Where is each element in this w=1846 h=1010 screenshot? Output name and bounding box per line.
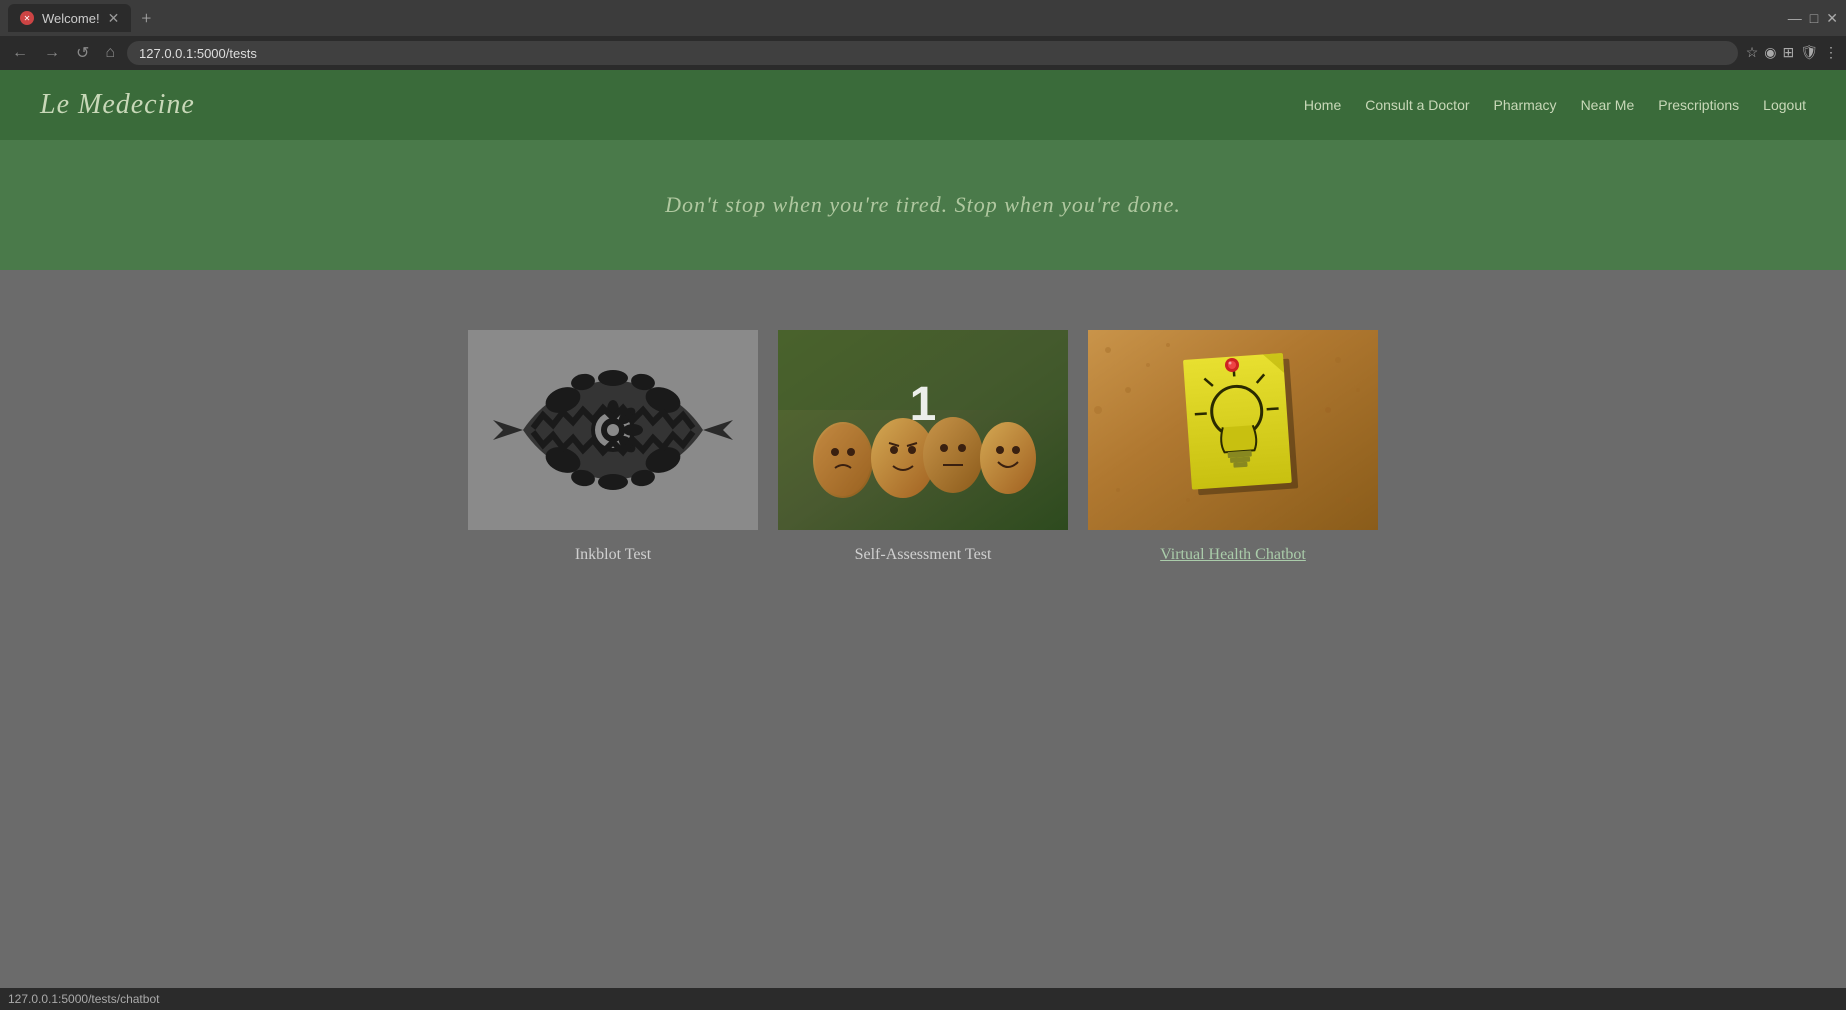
main-content: Inkblot Test (0, 270, 1846, 770)
browser-tab-bar: ✕ Welcome! ✕ + — □ ✕ (0, 0, 1846, 36)
nav-home[interactable]: Home (1304, 97, 1341, 113)
inkblot-image (468, 330, 758, 530)
self-assessment-card[interactable]: 1 Self-Assessment Test (768, 310, 1078, 584)
nav-near-me[interactable]: Near Me (1581, 97, 1635, 113)
chatbot-card[interactable]: Virtual Health Chatbot (1078, 310, 1388, 584)
cork-board-svg (1088, 330, 1378, 530)
back-button[interactable]: ← (8, 42, 32, 64)
reload-button[interactable]: ↺ (72, 41, 93, 65)
eggs-svg: 1 (778, 330, 1068, 530)
home-button[interactable]: ⌂ (101, 42, 119, 64)
profile-button[interactable]: ◉ (1764, 45, 1776, 62)
nav-consult[interactable]: Consult a Doctor (1365, 97, 1469, 113)
brand-logo[interactable]: Le Medecine (40, 89, 195, 121)
eggs-scene: 1 (778, 330, 1068, 530)
browser-chrome: ✕ Welcome! ✕ + — □ ✕ ← → ↺ ⌂ ☆ ◉ ⊞ 🛡 ⋮ (0, 0, 1846, 70)
minimize-button[interactable]: — (1788, 10, 1802, 26)
navbar: Le Medecine Home Consult a Doctor Pharma… (0, 70, 1846, 140)
extensions-button[interactable]: ⊞ (1782, 45, 1794, 62)
menu-button[interactable]: ⋮ (1824, 45, 1838, 62)
hero-banner: Don't stop when you're tired. Stop when … (0, 140, 1846, 270)
inkblot-card[interactable]: Inkblot Test (458, 310, 768, 584)
shield-icon[interactable]: 🛡 (1800, 45, 1818, 62)
hero-quote: Don't stop when you're tired. Stop when … (665, 192, 1181, 218)
chatbot-label: Virtual Health Chatbot (1160, 546, 1306, 564)
tab-close-button[interactable]: ✕ (108, 10, 120, 27)
chatbot-link[interactable]: Virtual Health Chatbot (1160, 546, 1306, 563)
svg-text:1: 1 (910, 378, 937, 431)
chatbot-image (1088, 330, 1378, 530)
cards-container: Inkblot Test (60, 310, 1786, 584)
nav-pharmacy[interactable]: Pharmacy (1494, 97, 1557, 113)
tab-title: Welcome! (42, 11, 100, 26)
navbar-links: Home Consult a Doctor Pharmacy Near Me P… (1304, 97, 1806, 113)
nav-prescriptions[interactable]: Prescriptions (1658, 97, 1739, 113)
browser-address-bar: ← → ↺ ⌂ ☆ ◉ ⊞ 🛡 ⋮ (0, 36, 1846, 70)
status-url: 127.0.0.1:5000/tests/chatbot (8, 992, 159, 1006)
maximize-button[interactable]: □ (1810, 10, 1818, 26)
cork-scene (1088, 330, 1378, 530)
status-bar: 127.0.0.1:5000/tests/chatbot (0, 988, 1846, 1010)
inkblot-label: Inkblot Test (575, 546, 651, 564)
nav-logout[interactable]: Logout (1763, 97, 1806, 113)
browser-right-icons: ☆ ◉ ⊞ 🛡 ⋮ (1746, 45, 1838, 62)
forward-button[interactable]: → (40, 42, 64, 64)
close-window-button[interactable]: ✕ (1826, 10, 1838, 27)
self-assessment-image: 1 (778, 330, 1068, 530)
url-input[interactable] (127, 41, 1738, 65)
bookmark-button[interactable]: ☆ (1746, 45, 1759, 62)
browser-tab[interactable]: ✕ Welcome! ✕ (8, 4, 131, 32)
website: Le Medecine Home Consult a Doctor Pharma… (0, 70, 1846, 770)
inkblot-svg (468, 330, 758, 530)
tab-favicon: ✕ (20, 11, 34, 25)
self-assessment-label: Self-Assessment Test (855, 546, 992, 564)
new-tab-button[interactable]: + (135, 8, 157, 29)
